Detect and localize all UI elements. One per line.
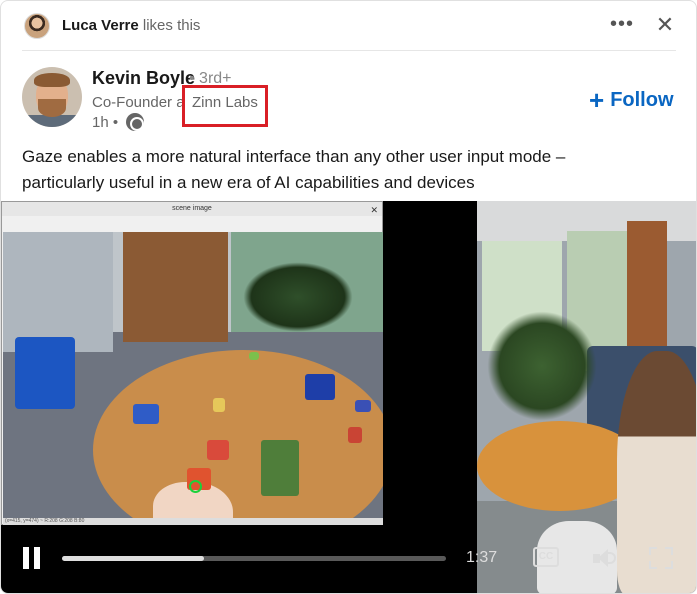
- globe-icon: [126, 113, 145, 131]
- more-options-icon[interactable]: •••: [606, 11, 638, 39]
- scene-image-window: scene image ✕ (x=415, y=474) ~ R:208 G:2…: [1, 201, 383, 525]
- highlight-box: [182, 85, 268, 127]
- pause-icon[interactable]: [21, 547, 43, 569]
- gaze-marker: [189, 480, 202, 493]
- actor-avatar[interactable]: [24, 13, 50, 39]
- scene-image: [3, 232, 383, 518]
- fullscreen-icon[interactable]: [649, 547, 673, 569]
- post-text: Gaze enables a more natural interface th…: [22, 144, 642, 196]
- follow-button[interactable]: + Follow: [589, 85, 674, 115]
- close-icon[interactable]: ✕: [650, 11, 680, 41]
- scene-close-icon: ✕: [370, 205, 378, 215]
- follow-label: Follow: [610, 88, 674, 111]
- actor-name[interactable]: Luca Verre: [62, 17, 139, 34]
- video-controls: 1:37 CC: [1, 538, 696, 578]
- author-name[interactable]: Kevin Boyle: [92, 68, 195, 89]
- social-action: likes this: [142, 17, 201, 34]
- post-meta: 1h •: [92, 112, 145, 132]
- social-context-text: Luca Verre likes this: [62, 17, 200, 34]
- post-time: 1h •: [92, 113, 119, 131]
- author-headline: Co-Founder a: [92, 94, 185, 111]
- scene-status-bar: (x=415, y=474) ~ R:208 G:208 B:80: [3, 518, 383, 525]
- room-camera-view: [477, 201, 696, 593]
- scene-window-title: scene image ✕: [2, 202, 382, 216]
- captions-icon[interactable]: CC: [533, 547, 559, 567]
- progress-bar[interactable]: [62, 556, 446, 561]
- time-remaining: 1:37: [466, 549, 498, 566]
- social-context-bar: Luca Verre likes this ••• ✕: [22, 1, 676, 51]
- post-text-line-2: particularly useful in a new era of AI c…: [22, 173, 475, 192]
- progress-fill: [62, 556, 205, 561]
- video-player[interactable]: scene image ✕ (x=415, y=474) ~ R:208 G:2…: [1, 201, 696, 593]
- plus-icon: +: [589, 85, 605, 115]
- volume-icon[interactable]: [593, 548, 619, 568]
- author-avatar[interactable]: [22, 67, 82, 127]
- feed-post-card: Luca Verre likes this ••• ✕ Kevin Boyle …: [0, 0, 697, 594]
- post-text-line-1: Gaze enables a more natural interface th…: [22, 147, 566, 166]
